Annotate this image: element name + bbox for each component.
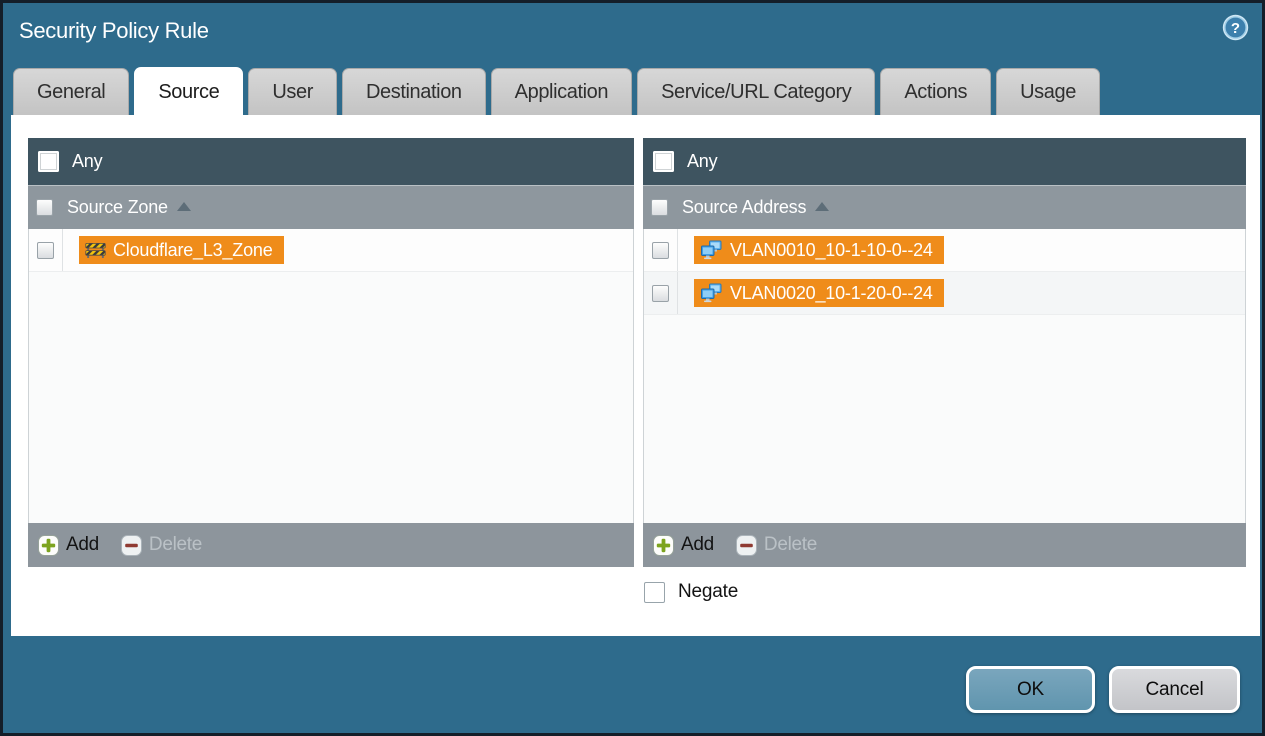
delete-minus-icon	[120, 534, 142, 556]
source-zone-column-header[interactable]: Source Zone	[28, 185, 634, 229]
address-icon	[701, 240, 722, 260]
row-checkbox[interactable]	[652, 241, 669, 259]
negate-label: Negate	[678, 581, 739, 602]
source-address-any-bar: Any	[643, 138, 1246, 185]
source-zone-any-bar: Any	[28, 138, 634, 185]
source-address-any-checkbox[interactable]	[653, 151, 674, 172]
add-label: Add	[681, 534, 714, 555]
add-button[interactable]: Add	[653, 534, 714, 556]
delete-label: Delete	[763, 534, 818, 555]
tab-service-url-category[interactable]: Service/URL Category	[637, 68, 876, 116]
delete-button: Delete	[735, 534, 818, 556]
sort-ascending-icon[interactable]	[176, 202, 191, 211]
zone-chip-label: Cloudflare_L3_Zone	[113, 239, 273, 260]
negate-checkbox[interactable]	[644, 581, 665, 603]
add-plus-icon	[653, 534, 674, 556]
delete-minus-icon	[735, 534, 757, 556]
tab-user[interactable]: User	[248, 68, 337, 116]
source-zone-any-label: Any	[72, 151, 103, 171]
help-icon[interactable]: ?	[1222, 14, 1249, 41]
address-chip[interactable]: VLAN0010_10-1-10-0--24	[694, 236, 944, 264]
tab-source[interactable]: Source	[134, 67, 244, 116]
source-tab-content: Any Source Zone Cloudflare_L3_Zone Add D…	[11, 115, 1260, 636]
delete-label: Delete	[148, 534, 203, 555]
svg-text:?: ?	[1231, 20, 1240, 37]
add-plus-icon	[38, 534, 59, 556]
row-checkbox[interactable]	[652, 284, 669, 302]
source-address-any-label: Any	[687, 151, 718, 171]
source-address-select-all-checkbox[interactable]	[651, 199, 668, 216]
negate-row: Negate	[644, 581, 738, 603]
zone-icon	[85, 243, 106, 258]
table-row[interactable]: VLAN0020_10-1-20-0--24	[644, 272, 1245, 315]
dialog-title: Security Policy Rule	[19, 18, 209, 43]
source-address-toolbar: Add Delete	[643, 523, 1246, 567]
source-zone-list: Cloudflare_L3_Zone	[28, 229, 634, 523]
source-address-panel: Any Source Address VLAN0010_10-1-10-0--2…	[643, 138, 1246, 567]
source-zone-toolbar: Add Delete	[28, 523, 634, 567]
address-chip[interactable]: VLAN0020_10-1-20-0--24	[694, 279, 944, 307]
add-button[interactable]: Add	[38, 534, 99, 556]
tab-usage[interactable]: Usage	[996, 68, 1100, 116]
source-address-column-header[interactable]: Source Address	[643, 185, 1246, 229]
address-chip-label: VLAN0020_10-1-20-0--24	[730, 282, 933, 303]
source-zone-panel: Any Source Zone Cloudflare_L3_Zone Add D…	[28, 138, 634, 567]
source-address-list: VLAN0010_10-1-10-0--24 VLAN0020_10-1-20-…	[643, 229, 1246, 523]
table-row[interactable]: VLAN0010_10-1-10-0--24	[644, 229, 1245, 272]
add-label: Add	[66, 534, 99, 555]
address-chip-label: VLAN0010_10-1-10-0--24	[730, 239, 933, 260]
table-row[interactable]: Cloudflare_L3_Zone	[29, 229, 633, 272]
source-address-column-label: Source Address	[682, 197, 807, 217]
cancel-button[interactable]: Cancel	[1109, 666, 1240, 713]
security-policy-rule-dialog: Security Policy Rule ? General Source Us…	[0, 0, 1265, 736]
address-icon	[701, 283, 722, 303]
tab-actions[interactable]: Actions	[880, 68, 992, 116]
zone-chip[interactable]: Cloudflare_L3_Zone	[79, 236, 284, 264]
source-zone-select-all-checkbox[interactable]	[36, 199, 53, 216]
sort-ascending-icon[interactable]	[815, 202, 830, 211]
source-zone-any-checkbox[interactable]	[38, 151, 59, 172]
tab-general[interactable]: General	[13, 68, 130, 116]
ok-button[interactable]: OK	[966, 666, 1095, 713]
tab-strip: General Source User Destination Applicat…	[13, 67, 1100, 116]
tab-destination[interactable]: Destination	[341, 68, 486, 116]
tab-application[interactable]: Application	[490, 68, 633, 116]
source-zone-column-label: Source Zone	[67, 197, 168, 217]
delete-button: Delete	[120, 534, 203, 556]
row-checkbox[interactable]	[37, 241, 54, 259]
